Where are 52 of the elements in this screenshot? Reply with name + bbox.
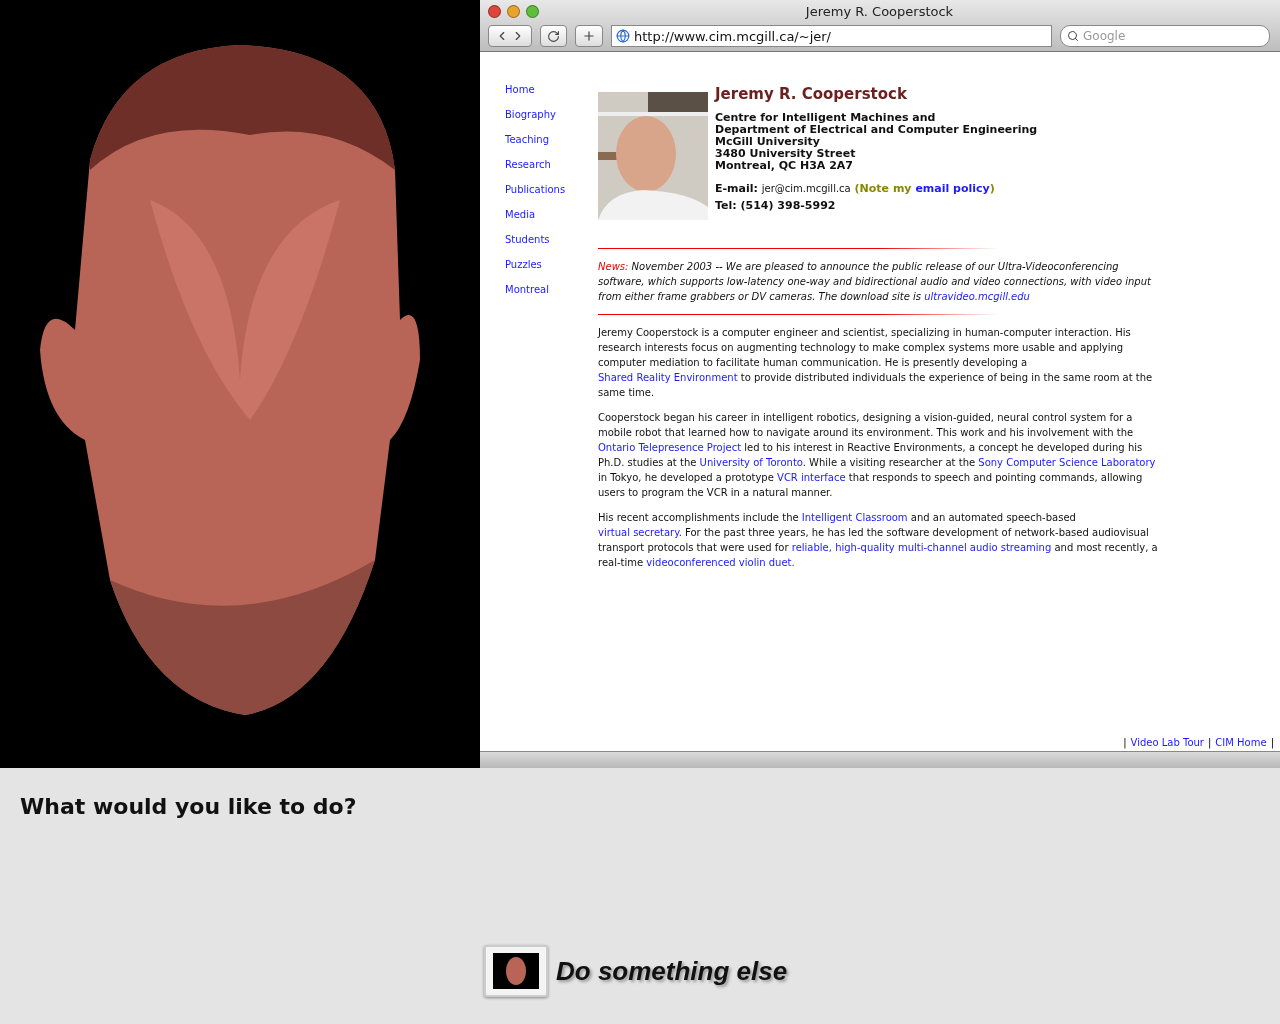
email-policy-link[interactable]: email policy: [915, 182, 990, 195]
window-title: Jeremy R. Cooperstock: [805, 3, 955, 19]
nav-link[interactable]: Media: [505, 207, 598, 222]
prompt-heading: What would you like to do?: [20, 794, 358, 819]
address-line: Department of Electrical and Computer Engineering: [715, 124, 1038, 136]
address-field[interactable]: http://www.cim.mcgill.ca/~jer/: [611, 25, 1052, 47]
address-line: Centre for Intelligent Machines and: [715, 112, 937, 124]
nav-link[interactable]: Puzzles: [505, 257, 598, 272]
paragraph: His recent accomplishments include the Intelligent Classroom and an automated speech-based virtual secretary. For the past three years, he has led the software development of network-based audiovisual transport protocols that were used for reliable, high-quality multi-channel audio streaming and most recently, a real-time videoconferenced violin duet.: [598, 511, 1158, 570]
address-line: McGill University: [715, 136, 821, 148]
link[interactable]: Shared Reality Environment: [598, 372, 738, 383]
globe-icon: [616, 29, 630, 43]
person-name: Jeremy R. Cooperstock: [715, 87, 908, 102]
add-bookmark-button[interactable]: [575, 25, 603, 47]
nav-link[interactable]: Research: [505, 157, 598, 172]
paragraph: Cooperstock began his career in intelligent robotics, designing a vision-guided, neural control system for a mobile robot that learned how to navigate around its environment. This work and his involvement with the Ontario Telepresence Project led to his interest in Reactive Environments, a concept he developed during his Ph.D. studies at the University of Toronto. While a visiting researcher at the Sony Computer Science Laboratory in Tokyo, he developed a prototype VCR interface that responds to speech and pointing commands, allowing users to program the VCR in a natural manner.: [598, 411, 1157, 500]
nav-link[interactable]: Home: [505, 82, 598, 97]
close-icon[interactable]: [488, 4, 501, 18]
plus-icon: [582, 29, 596, 43]
link[interactable]: Ontario Telepresence Project: [598, 442, 742, 453]
search-icon: [1067, 30, 1079, 42]
news-paragraph: News: November 2003 -- We are pleased to announce the public release of our Ultra-Videoconferencing software, which supports low-latency one-way and bidirectional audio and video connections, with video input from either frame grabbers or DV cameras. The download site is ultravideo.mcgill.edu: [598, 260, 1152, 304]
link[interactable]: reliable, high-quality multi-channel audio streaming: [791, 542, 1052, 553]
separator: |: [1270, 737, 1274, 748]
head-icon: [493, 953, 539, 989]
nav-link[interactable]: Montreal: [505, 282, 598, 297]
footer-link[interactable]: CIM Home: [1215, 737, 1267, 748]
email-line: E-mail: jer@cim.mcgill.ca (Note my email policy): [715, 181, 996, 197]
telephone: Tel: (514) 398-5992: [715, 198, 837, 214]
reload-icon: [547, 29, 560, 43]
back-forward-button[interactable]: [488, 25, 532, 47]
address-line: 3480 University Street: [715, 148, 857, 160]
zoom-icon[interactable]: [526, 4, 539, 18]
link[interactable]: Sony Computer Science Laboratory: [978, 457, 1156, 468]
link[interactable]: University of Toronto: [699, 457, 803, 468]
link[interactable]: videoconferenced violin duet.: [646, 557, 795, 568]
link[interactable]: ultravideo.mcgill.edu: [924, 291, 1030, 302]
footer-link[interactable]: Video Lab Tour: [1130, 737, 1204, 748]
separator: |: [1207, 737, 1212, 748]
nav-link[interactable]: Teaching: [505, 132, 598, 147]
link[interactable]: Intelligent Classroom: [801, 512, 908, 523]
nav-link[interactable]: Publications: [505, 182, 598, 197]
link[interactable]: VCR interface: [777, 472, 846, 483]
reload-button[interactable]: [540, 25, 567, 47]
paragraph: Jeremy Cooperstock is a computer engineer and scientist, specializing in human-computer interaction. His research interests focus on augmenting technology to make complex systems more usable and applying computer mediation to facilitate human communication. He is presently developing a Shared Reality Environment to provide distributed individuals the experience of being in the same room at the same time.: [598, 326, 1154, 400]
action-button[interactable]: Do something else: [484, 945, 788, 997]
nav-link[interactable]: Students: [505, 232, 598, 247]
link[interactable]: virtual secretary: [598, 527, 679, 538]
separator: |: [1123, 737, 1127, 748]
address-line: Montreal, QC H3A 2A7: [715, 160, 854, 172]
nav-link[interactable]: Biography: [505, 107, 598, 122]
minimize-icon[interactable]: [507, 4, 520, 18]
